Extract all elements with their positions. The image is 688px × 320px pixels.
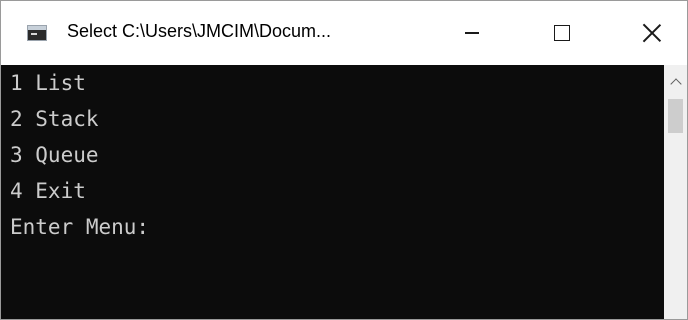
close-button[interactable]: [621, 1, 683, 65]
scrollbar-thumb[interactable]: [668, 99, 683, 133]
scroll-up-button[interactable]: [664, 65, 687, 99]
console-app-icon[interactable]: [27, 25, 47, 41]
console-line-queue: 3 Queue: [10, 143, 99, 167]
maximize-button[interactable]: [531, 1, 593, 65]
chevron-up-icon: [669, 78, 682, 90]
console-line-list: 1 List: [10, 71, 86, 95]
console-line-stack: 2 Stack: [10, 107, 99, 131]
title-bar[interactable]: Select C:\Users\JMCIM\Docum...: [1, 1, 687, 65]
console-window: Select C:\Users\JMCIM\Docum... 1 List 2 …: [0, 0, 688, 320]
console-output[interactable]: 1 List 2 Stack 3 Queue 4 Exit Enter Menu…: [1, 65, 664, 319]
console-prompt: Enter Menu:: [10, 215, 150, 239]
window-title: Select C:\Users\JMCIM\Docum...: [67, 21, 332, 41]
console-line-exit: 4 Exit: [10, 179, 86, 203]
maximize-icon: [554, 25, 570, 41]
close-icon: [642, 23, 662, 43]
minimize-icon: [465, 32, 479, 34]
vertical-scrollbar[interactable]: [664, 65, 687, 319]
minimize-button[interactable]: [441, 1, 503, 65]
